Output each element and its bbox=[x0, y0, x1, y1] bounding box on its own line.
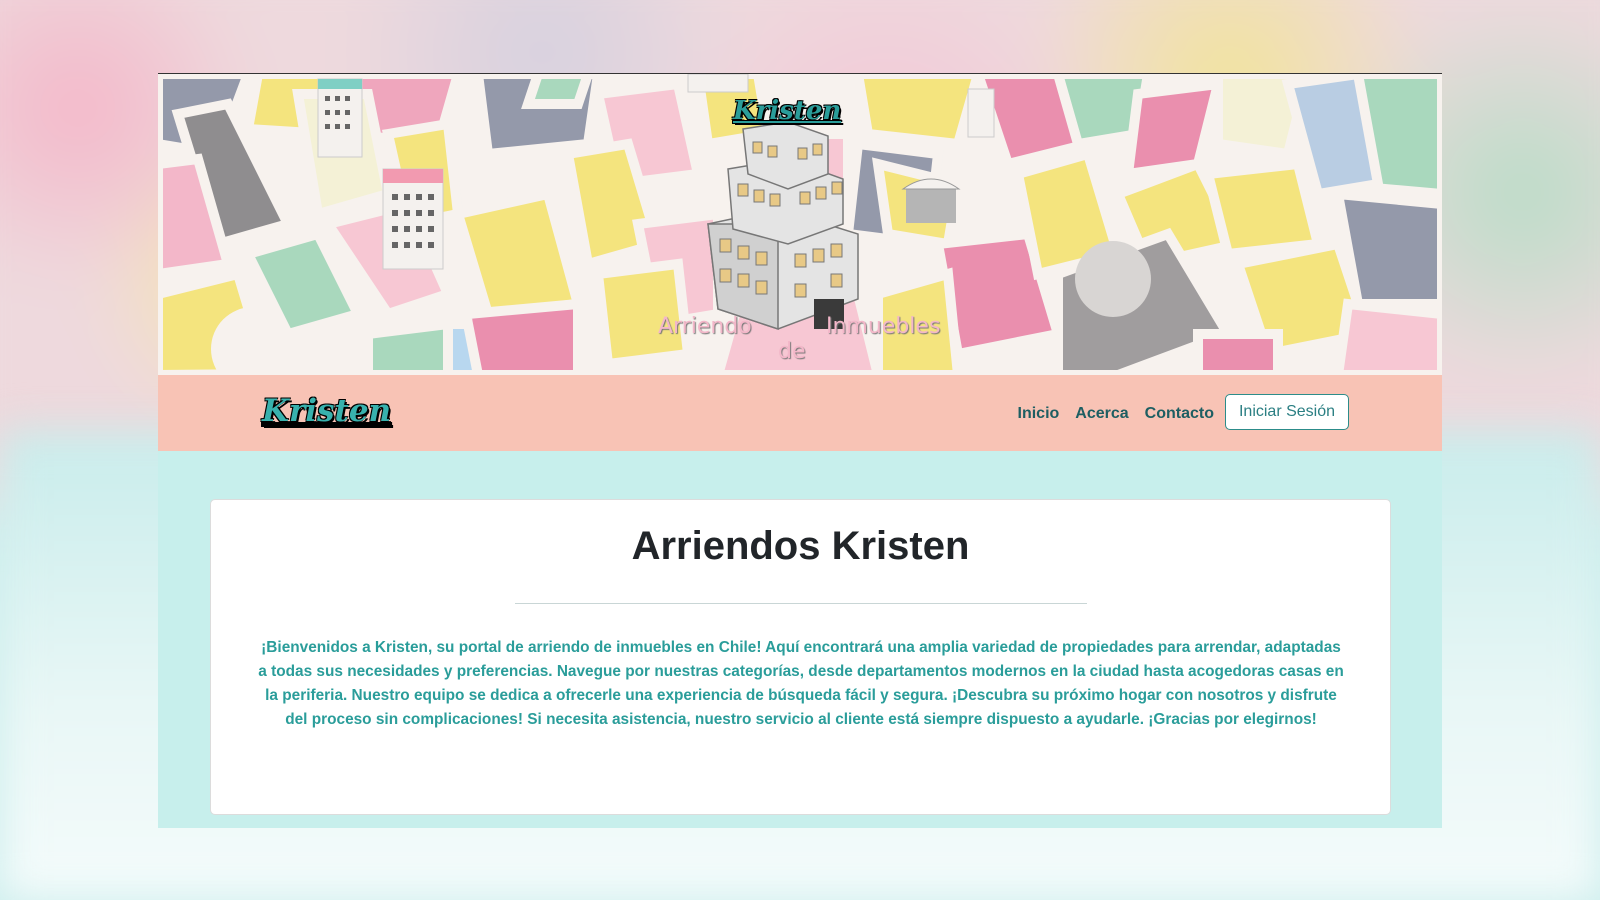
welcome-paragraph: ¡Bienvenidos a Kristen, su portal de arr… bbox=[258, 639, 1344, 728]
title-divider bbox=[515, 603, 1087, 604]
navbar-brand-logo[interactable]: Kristen bbox=[262, 393, 391, 429]
banner-tagline-word-3: Inmuebles bbox=[826, 314, 941, 339]
main-navbar: Kristen Inicio Acerca Contacto Iniciar S… bbox=[158, 375, 1442, 451]
nav-link-acerca[interactable]: Acerca bbox=[1075, 405, 1128, 423]
nav-links: Inicio Acerca Contacto bbox=[1018, 405, 1214, 423]
welcome-card: Arriendos Kristen ¡Bienvenidos a Kristen… bbox=[210, 499, 1391, 815]
login-button[interactable]: Iniciar Sesión bbox=[1225, 394, 1349, 430]
page-window: Kristen Arriendo de Inmuebles Kristen In… bbox=[158, 73, 1442, 828]
page-title: Arriendos Kristen bbox=[631, 524, 970, 568]
nav-link-inicio[interactable]: Inicio bbox=[1018, 405, 1060, 423]
header-banner: Kristen Arriendo de Inmuebles bbox=[158, 74, 1442, 375]
banner-tagline-word-2: de bbox=[778, 339, 806, 364]
banner-tagline-word-1: Arriendo bbox=[658, 314, 752, 339]
nav-link-contacto[interactable]: Contacto bbox=[1145, 405, 1214, 423]
banner-logo: Kristen bbox=[733, 96, 842, 126]
